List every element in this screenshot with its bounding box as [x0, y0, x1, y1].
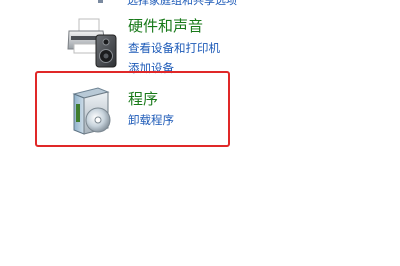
printer-icon[interactable]	[66, 15, 122, 71]
programs-link[interactable]: 程序	[128, 88, 158, 109]
bullet-icon	[98, 0, 103, 3]
view-devices-printers-link[interactable]: 查看设备和打印机	[128, 40, 220, 56]
hardware-and-sound-link[interactable]: 硬件和声音	[128, 15, 203, 36]
programs-box-icon[interactable]	[64, 84, 118, 138]
uninstall-program-link[interactable]: 卸载程序	[128, 112, 174, 128]
control-panel-page: 选择家庭组和共享选项 硬件和声音 查看设备和打印机 添加设备 程序 卸载程序	[0, 0, 400, 266]
homegroup-sharing-link[interactable]: 选择家庭组和共享选项	[127, 0, 237, 8]
